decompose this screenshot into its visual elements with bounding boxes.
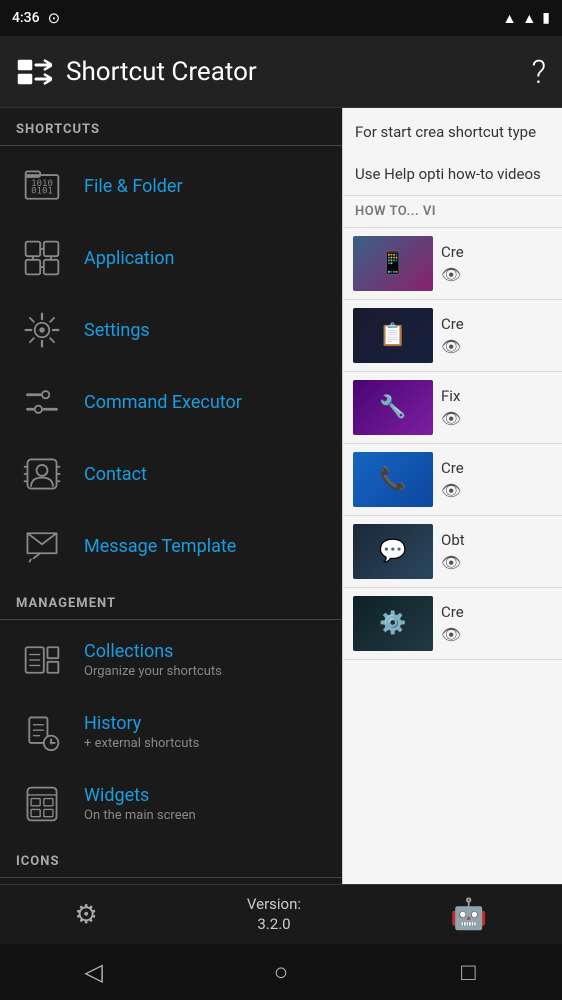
contact-text: Contact <box>84 464 147 485</box>
history-label: History <box>84 713 199 734</box>
video-thumb-1: 📱 <box>353 236 433 291</box>
video-title-2: Cre <box>441 315 552 333</box>
application-icon <box>16 232 68 284</box>
video-info-6: Cre 👁 <box>441 603 552 644</box>
video-eye-1: 👁 <box>441 265 552 284</box>
video-thumb-bg-1: 📱 <box>353 236 433 291</box>
file-folder-label: File & Folder <box>84 176 183 197</box>
video-item-3[interactable]: 🔧 Fix 👁 <box>343 372 562 444</box>
message-template-label: Message Template <box>84 536 236 557</box>
collections-text: Collections Organize your shortcuts <box>84 641 222 679</box>
recent-button[interactable]: □ <box>438 958 498 987</box>
status-icons: ▲ ▲ ▮ <box>503 10 550 27</box>
video-thumb-bg-2: 📋 <box>353 308 433 363</box>
right-panel-text1: For start crea shortcut type <box>355 123 536 141</box>
widgets-label: Widgets <box>84 785 196 806</box>
command-executor-label: Command Executor <box>84 392 242 413</box>
version-info: Version: 3.2.0 <box>247 895 301 934</box>
app-title: Shortcut Creator <box>66 57 517 87</box>
video-item-2[interactable]: 📋 Cre 👁 <box>343 300 562 372</box>
video-item-4[interactable]: 📞 Cre 👁 <box>343 444 562 516</box>
collections-icon <box>16 634 68 686</box>
video-thumb-bg-5: 💬 <box>353 524 433 579</box>
how-to-label: HOW TO... VI <box>343 196 562 228</box>
video-thumb-bg-4: 📞 <box>353 452 433 507</box>
video-thumb-6: ⚙️ <box>353 596 433 651</box>
video-title-1: Cre <box>441 243 552 261</box>
history-sublabel: + external shortcuts <box>84 736 199 751</box>
app-logo-icon <box>16 54 52 90</box>
bottom-bar: ⚙ Version: 3.2.0 🤖 <box>0 884 562 944</box>
status-time: 4:36 <box>12 10 40 26</box>
back-button[interactable]: ◁ <box>64 958 124 986</box>
file-folder-text: File & Folder <box>84 176 183 197</box>
history-icon: + <box>16 706 68 758</box>
video-info-3: Fix 👁 <box>441 387 552 428</box>
message-template-text: Message Template <box>84 536 236 557</box>
video-eye-3: 👁 <box>441 409 552 428</box>
video-title-5: Obt <box>441 531 552 549</box>
command-executor-text: Command Executor <box>84 392 242 413</box>
contact-icon <box>16 448 68 500</box>
svg-text:+: + <box>49 739 53 748</box>
version-label: Version: <box>247 895 301 915</box>
video-thumb-bg-6: ⚙️ <box>353 596 433 651</box>
video-eye-2: 👁 <box>441 337 552 356</box>
wifi-icon: ▲ <box>503 10 517 27</box>
settings-text: Settings <box>84 320 150 341</box>
status-bar: 4:36 ⊙ ▲ ▲ ▮ <box>0 0 562 36</box>
robot-icon: 🤖 <box>450 897 487 932</box>
video-eye-4: 👁 <box>441 481 552 500</box>
video-title-6: Cre <box>441 603 552 621</box>
right-panel: For start crea shortcut type Use Help op… <box>342 108 562 884</box>
contact-label: Contact <box>84 464 147 485</box>
application-label: Application <box>84 248 174 269</box>
collections-sublabel: Organize your shortcuts <box>84 664 222 679</box>
widgets-text: Widgets On the main screen <box>84 785 196 823</box>
video-info-2: Cre 👁 <box>441 315 552 356</box>
application-text: Application <box>84 248 174 269</box>
widgets-sublabel: On the main screen <box>84 808 196 823</box>
video-thumb-3: 🔧 <box>353 380 433 435</box>
video-eye-6: 👁 <box>441 625 552 644</box>
message-template-icon <box>16 520 68 572</box>
battery-icon: ▮ <box>542 10 550 26</box>
video-thumb-2: 📋 <box>353 308 433 363</box>
video-eye-5: 👁 <box>441 553 552 572</box>
video-item-5[interactable]: 💬 Obt 👁 <box>343 516 562 588</box>
file-folder-icon: 0101 1010 <box>16 160 68 212</box>
video-title-4: Cre <box>441 459 552 477</box>
video-info-1: Cre 👁 <box>441 243 552 284</box>
settings-icon <box>16 304 68 356</box>
widgets-icon <box>16 778 68 830</box>
help-button[interactable]: ? <box>531 53 546 91</box>
video-thumb-5: 💬 <box>353 524 433 579</box>
video-title-3: Fix <box>441 387 552 405</box>
svg-text:1010: 1010 <box>31 179 53 189</box>
video-item-1[interactable]: 📱 Cre 👁 <box>343 228 562 300</box>
video-info-4: Cre 👁 <box>441 459 552 500</box>
video-thumb-bg-3: 🔧 <box>353 380 433 435</box>
robot-button[interactable]: 🤖 <box>450 897 487 932</box>
video-thumb-4: 📞 <box>353 452 433 507</box>
status-time-area: 4:36 ⊙ <box>12 9 60 27</box>
nav-bar: ◁ ○ □ <box>0 944 562 1000</box>
right-panel-intro: For start crea shortcut type Use Help op… <box>343 108 562 196</box>
settings-label: Settings <box>84 320 150 341</box>
top-bar: Shortcut Creator ? <box>0 36 562 108</box>
video-item-6[interactable]: ⚙️ Cre 👁 <box>343 588 562 660</box>
command-executor-icon <box>16 376 68 428</box>
home-button[interactable]: ○ <box>251 958 311 987</box>
collections-label: Collections <box>84 641 222 662</box>
version-number: 3.2.0 <box>247 915 301 935</box>
video-info-5: Obt 👁 <box>441 531 552 572</box>
right-panel-text2: Use Help opti how-to videos <box>355 165 541 183</box>
history-text: History + external shortcuts <box>84 713 199 751</box>
notification-icon: ⊙ <box>48 9 61 27</box>
settings-button[interactable]: ⚙ <box>75 900 98 930</box>
settings-gear-icon: ⚙ <box>75 900 98 930</box>
signal-icon: ▲ <box>522 10 536 27</box>
